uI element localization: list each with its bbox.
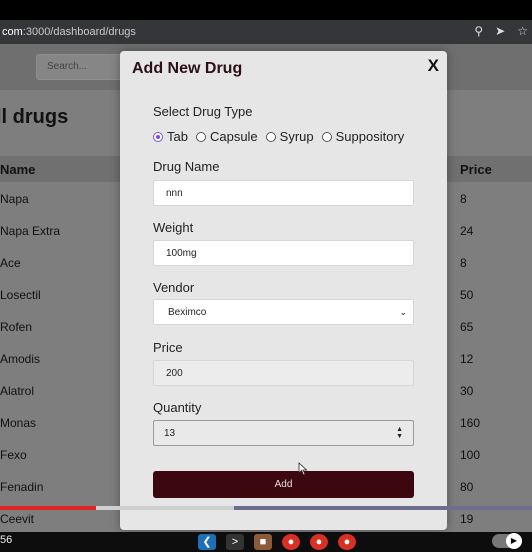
- add-drug-modal: Add New Drug X Select Drug Type Tab Caps…: [120, 51, 447, 530]
- drug-price-cell: 8: [460, 256, 467, 270]
- chrome-icon[interactable]: ●: [310, 534, 328, 550]
- radio-checked-icon[interactable]: [153, 131, 163, 142]
- video-controls-bar: 56 ❮ > ■ ● ● ● ▶: [0, 532, 532, 552]
- progress-played: [0, 506, 96, 510]
- drug-price-cell: 50: [460, 288, 474, 302]
- video-progress-bar[interactable]: [0, 506, 532, 510]
- drug-price-cell: 100: [460, 448, 481, 462]
- drug-name-cell: Amodis: [0, 352, 41, 366]
- drug-name-label: Drug Name: [153, 159, 220, 174]
- radio-label: Capsule: [209, 129, 258, 144]
- weight-label: Weight: [153, 220, 194, 235]
- progress-buffered: [95, 506, 235, 510]
- vendor-selected-value: Beximco: [168, 306, 207, 318]
- radio-label: Tab: [167, 129, 188, 144]
- radio-unchecked-icon[interactable]: [195, 131, 206, 142]
- quantity-value: 13: [164, 427, 176, 439]
- drug-price-cell: 8: [460, 192, 467, 206]
- radio-label: Suppository: [335, 129, 405, 144]
- chrome-icon[interactable]: ●: [338, 534, 356, 550]
- mouse-cursor-icon: [298, 462, 308, 476]
- key-icon[interactable]: ⚲: [474, 24, 483, 38]
- video-time: 56: [0, 534, 13, 546]
- video-top-bar: [0, 0, 532, 20]
- drug-name-cell: Fenadin: [0, 480, 44, 494]
- column-header-name: Name: [0, 162, 36, 177]
- drug-name-cell: Napa Extra: [0, 224, 61, 238]
- url-host: com: [2, 26, 23, 38]
- taskbar-icons: ❮ > ■ ● ● ●: [198, 534, 356, 550]
- radio-capsule[interactable]: Capsule: [195, 129, 258, 144]
- weight-input[interactable]: 100mg: [153, 240, 414, 266]
- drug-price-cell: 12: [460, 352, 474, 366]
- drug-name-cell: Alatrol: [0, 384, 35, 398]
- terminal-icon[interactable]: >: [226, 534, 244, 550]
- radio-unchecked-icon[interactable]: [265, 131, 276, 142]
- radio-suppository[interactable]: Suppository: [321, 129, 405, 144]
- add-button[interactable]: Add: [153, 471, 414, 498]
- drug-type-radio-group: Tab Capsule Syrup Suppository: [153, 129, 412, 144]
- quantity-label: Quantity: [153, 400, 202, 415]
- price-label: Price: [153, 340, 183, 355]
- drug-name-cell: Napa: [0, 192, 29, 206]
- drug-name-cell: Ace: [0, 256, 21, 270]
- column-header-price: Price: [460, 162, 492, 177]
- drug-price-cell: 80: [460, 480, 474, 494]
- vendor-select[interactable]: Beximco ⌄: [153, 299, 414, 325]
- drug-name-cell: Ceevit: [0, 512, 35, 526]
- price-input[interactable]: 200: [153, 360, 414, 386]
- drug-name-cell: Losectil: [0, 288, 41, 302]
- radio-label: Syrup: [279, 129, 314, 144]
- quantity-stepper[interactable]: 13 ▲ ▼: [153, 420, 414, 446]
- drug-price-cell: 65: [460, 320, 474, 334]
- drug-name-input[interactable]: nnn: [153, 180, 414, 206]
- app-icon[interactable]: ■: [254, 534, 272, 550]
- browser-address-bar[interactable]: com:3000/dashboard/drugs ⚲ ➤ ☆: [0, 20, 532, 44]
- play-icon: ▶: [506, 533, 522, 549]
- chevron-down-icon: ⌄: [399, 306, 407, 317]
- drug-name-cell: Monas: [0, 416, 37, 430]
- stepper-arrows-icon[interactable]: ▲ ▼: [396, 426, 403, 440]
- radio-tab[interactable]: Tab: [153, 129, 188, 144]
- radio-unchecked-icon[interactable]: [321, 131, 332, 142]
- drug-type-label: Select Drug Type: [153, 104, 253, 119]
- star-icon[interactable]: ☆: [517, 24, 528, 38]
- drug-price-cell: 30: [460, 384, 474, 398]
- address-bar-tools: ⚲ ➤ ☆: [474, 24, 528, 38]
- radio-syrup[interactable]: Syrup: [265, 129, 314, 144]
- address-url[interactable]: com:3000/dashboard/drugs: [0, 26, 136, 38]
- vendor-label: Vendor: [153, 280, 195, 295]
- vscode-icon[interactable]: ❮: [198, 534, 216, 550]
- drug-name-cell: Fexo: [0, 448, 27, 462]
- modal-title: Add New Drug: [132, 60, 243, 77]
- close-button[interactable]: X: [428, 56, 439, 76]
- autoplay-toggle[interactable]: ▶: [492, 533, 522, 549]
- drug-price-cell: 24: [460, 224, 474, 238]
- chrome-icon[interactable]: ●: [282, 534, 300, 550]
- url-path: :3000/dashboard/drugs: [22, 26, 136, 38]
- drug-price-cell: 160: [460, 416, 481, 430]
- drug-price-cell: 19: [460, 512, 474, 526]
- drug-name-cell: Rofen: [0, 320, 33, 334]
- send-icon[interactable]: ➤: [495, 24, 505, 38]
- page-title: ll drugs: [0, 106, 69, 128]
